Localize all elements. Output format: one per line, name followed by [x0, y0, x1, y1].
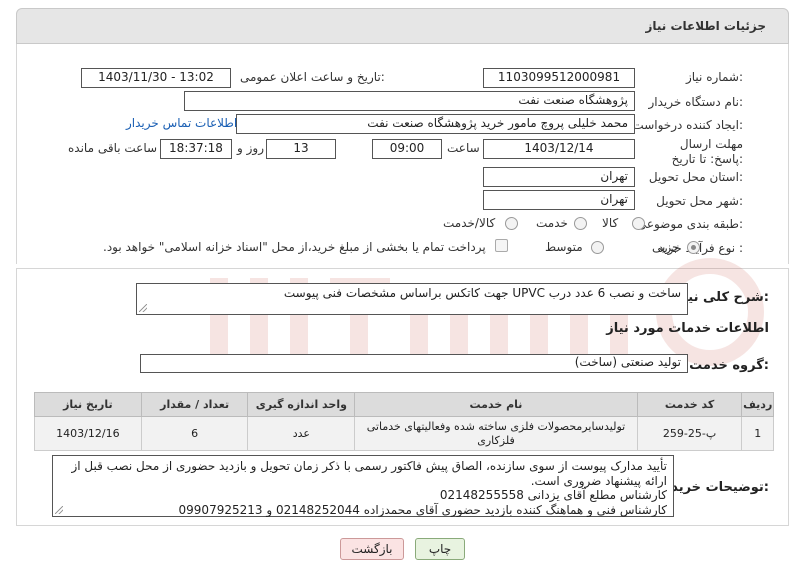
- resize-handle-icon[interactable]: [55, 506, 63, 514]
- category-goods-label: کالا: [602, 216, 619, 230]
- province-field: تهران: [483, 167, 635, 187]
- process-minor-label: جزیی: [652, 240, 680, 254]
- cell-row-number: 1: [741, 416, 774, 451]
- process-medium-label: متوسط: [545, 240, 583, 254]
- cell-need-date: 1403/12/16: [34, 416, 142, 451]
- page-title: جزئیات اطلاعات نیاز: [645, 19, 766, 33]
- service-group-label: گروه خدمت:: [689, 358, 769, 373]
- announce-label: تاریخ و ساعت اعلان عمومی:: [240, 70, 385, 84]
- buyer-notes-line: کارشناس فنی و هماهنگ کننده بازدید حضوری …: [178, 502, 667, 517]
- remaining-time-field: 18:37:18: [160, 139, 232, 159]
- city-field: تهران: [483, 190, 635, 210]
- deadline-label: مهلت ارسال پاسخ: تا تاریخ:: [671, 137, 743, 166]
- cell-unit: عدد: [247, 416, 356, 451]
- print-button[interactable]: چاپ: [415, 538, 465, 560]
- treasury-payment-checkbox[interactable]: [495, 239, 508, 252]
- buyer-org-label: نام دستگاه خریدار:: [648, 95, 744, 109]
- days-label: روز و: [237, 141, 264, 155]
- panel-header: جزئیات اطلاعات نیاز: [16, 8, 789, 44]
- need-number-field: 1103099512000981: [483, 68, 635, 88]
- category-service-label: خدمت: [536, 216, 568, 230]
- category-radio-service[interactable]: [574, 217, 587, 230]
- col-row-number: ردیف: [741, 392, 774, 417]
- back-button[interactable]: بازگشت: [340, 538, 404, 560]
- province-label: استان محل تحویل:: [648, 170, 743, 184]
- description-text: ساخت و نصب 6 عدد درب UPVC جهت کاتکس براس…: [283, 286, 681, 300]
- deadline-date-field: 1403/12/14: [483, 139, 635, 159]
- col-service-name: نام خدمت: [354, 392, 638, 417]
- col-need-date: تاریخ نیاز: [34, 392, 142, 417]
- buyer-notes-textarea: تأیید مدارک پیوست از سوی سازنده، الصاق پ…: [52, 455, 674, 517]
- description-label: شرح کلی نیاز:: [675, 290, 769, 305]
- category-radio-goods-service[interactable]: [505, 217, 518, 230]
- creator-field: محمد خلیلی پروچ مامور خرید پژوهشگاه صنعت…: [236, 114, 635, 134]
- col-unit: واحد اندازه گیری: [247, 392, 356, 417]
- services-section-title: اطلاعات خدمات مورد نیاز: [606, 321, 769, 336]
- col-service-code: کد خدمت: [636, 392, 743, 417]
- services-table: ردیف کد خدمت نام خدمت واحد اندازه گیری ت…: [34, 392, 774, 451]
- remaining-time-label: ساعت باقی مانده: [68, 141, 158, 155]
- need-number-label: شماره نیاز:: [685, 70, 743, 84]
- creator-label: ایجاد کننده درخواست:: [632, 118, 743, 132]
- description-textarea: ساخت و نصب 6 عدد درب UPVC جهت کاتکس براس…: [136, 283, 688, 315]
- category-radio-goods[interactable]: [632, 217, 645, 230]
- category-label: طبقه بندی موضوعی:: [636, 217, 743, 231]
- cell-service-name: تولیدسایرمحصولات فلزی ساخته شده وفعالیته…: [354, 416, 638, 451]
- cell-quantity: 6: [140, 416, 249, 451]
- announce-datetime-field: 1403/11/30 - 13:02: [81, 68, 231, 88]
- treasury-payment-note: پرداخت تمام یا بخشی از مبلغ خرید،از محل …: [103, 240, 486, 254]
- table-row: 1 پ-25-259 تولیدسایرمحصولات فلزی ساخته ش…: [34, 416, 774, 451]
- service-group-field: تولید صنعتی (ساخت): [140, 354, 688, 373]
- table-header-row: ردیف کد خدمت نام خدمت واحد اندازه گیری ت…: [34, 392, 774, 417]
- buyer-notes-line: کارشناس مطلع آقای یزدانی 02148255558: [439, 488, 667, 502]
- buyer-notes-line: تأیید مدارک پیوست از سوی سازنده، الصاق پ…: [71, 459, 667, 488]
- process-radio-medium[interactable]: [591, 241, 604, 254]
- cell-service-code: پ-25-259: [636, 416, 743, 451]
- buyer-contact-link[interactable]: اطلاعات تماس خریدار: [126, 116, 237, 130]
- city-label: شهر محل تحویل:: [656, 194, 743, 208]
- buyer-org-field: پژوهشگاه صنعت نفت: [184, 91, 635, 111]
- deadline-time-field: 09:00: [372, 139, 442, 159]
- resize-handle-icon[interactable]: [139, 304, 147, 312]
- deadline-time-label: ساعت: [447, 141, 480, 155]
- buyer-notes-label: توضیحات خریدار:: [659, 480, 769, 495]
- category-goods-service-label: کالا/خدمت: [443, 216, 496, 230]
- col-quantity: تعداد / مقدار: [140, 392, 249, 417]
- process-radio-minor[interactable]: [687, 241, 700, 254]
- remaining-days-field: 13: [266, 139, 336, 159]
